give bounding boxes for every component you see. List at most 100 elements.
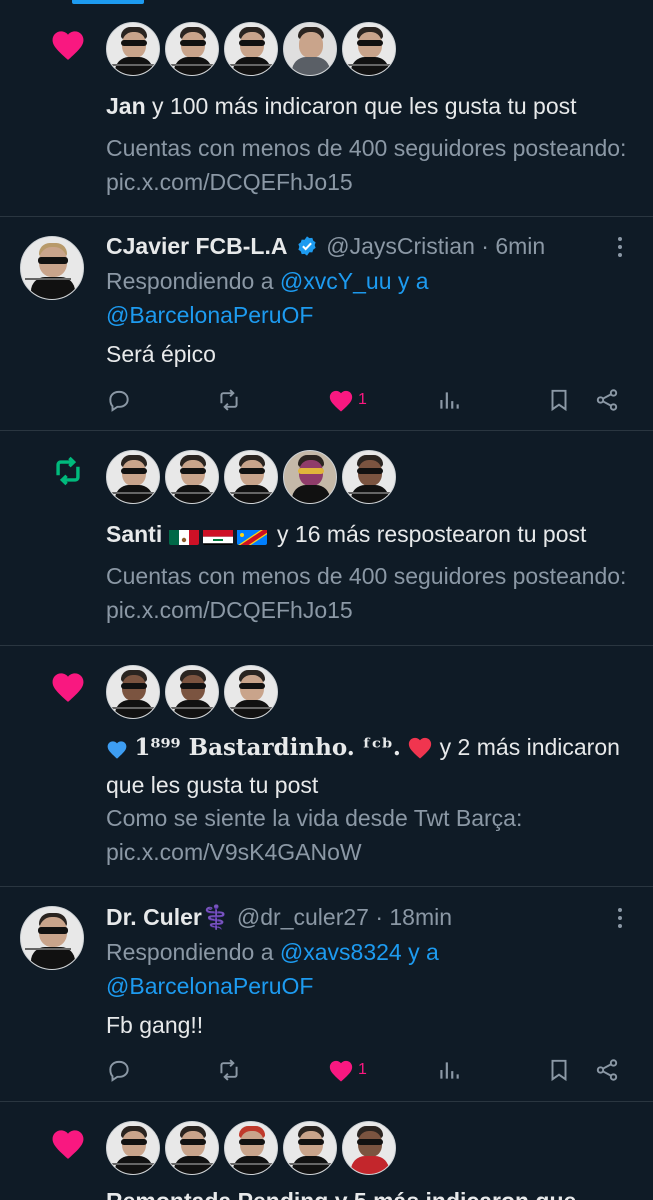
heart-filled-icon	[329, 390, 353, 412]
share-icon	[596, 389, 618, 411]
post-time: · 18min	[368, 904, 453, 930]
avatar[interactable]	[106, 1121, 160, 1175]
author-name[interactable]: Dr. Culer	[106, 904, 202, 930]
notification-summary[interactable]: Remontada Pending y 5 más indicaron que	[106, 1184, 641, 1200]
dr-congo-flag-icon	[236, 525, 267, 545]
divider	[0, 886, 653, 887]
reply-author-avatar[interactable]	[20, 906, 84, 970]
reply-text[interactable]: Será épico	[106, 338, 216, 370]
repost-icon	[48, 451, 88, 491]
avatar[interactable]	[283, 450, 337, 504]
avatar[interactable]	[224, 450, 278, 504]
share-button[interactable]	[594, 385, 620, 415]
notification-summary[interactable]: Santi y 16 más respostearon tu post	[106, 517, 641, 551]
replying-to: Respondiendo a @xvcY_uu y a @BarcelonaPe…	[106, 268, 429, 328]
share-button[interactable]	[594, 1055, 620, 1085]
avatar[interactable]	[342, 22, 396, 76]
avatar[interactable]	[106, 450, 160, 504]
more-options-icon[interactable]	[606, 233, 634, 261]
reply-text[interactable]: Fb gang!!	[106, 1009, 203, 1041]
mention-link[interactable]: @xvcY_uu	[280, 268, 392, 294]
divider	[0, 216, 653, 217]
reply-button[interactable]	[106, 1055, 132, 1085]
repost-button[interactable]	[216, 1055, 242, 1085]
notification-summary[interactable]: 1⁸⁹⁹ Bastardinho. ᶠᶜᵇ. y 2 más indicaron…	[106, 730, 641, 802]
avatar[interactable]	[165, 665, 219, 719]
summary-text: que les gusta tu post	[106, 772, 319, 798]
avatar[interactable]	[342, 1121, 396, 1175]
author-name[interactable]: CJavier FCB-L.A	[106, 233, 287, 259]
views-button[interactable]	[436, 385, 462, 415]
mention-link[interactable]: @BarcelonaPeruOF	[106, 973, 313, 999]
mention-link[interactable]: @xavs8324	[280, 939, 402, 965]
reply-header: Dr. Culer⚕️ @dr_culer27 · 18min	[106, 901, 586, 933]
repost-icon	[220, 1059, 238, 1081]
repost-icon	[220, 389, 238, 411]
reposter-avatars[interactable]	[106, 450, 396, 504]
post-preview[interactable]: Cuentas con menos de 400 seguidores post…	[106, 131, 641, 199]
avatar[interactable]	[165, 450, 219, 504]
avatar[interactable]	[165, 1121, 219, 1175]
verified-badge-icon	[296, 233, 318, 265]
post-time: · 6min	[474, 233, 546, 259]
views-icon	[440, 1062, 459, 1079]
bookmark-button[interactable]	[546, 1055, 572, 1085]
divider	[0, 430, 653, 431]
liker-avatars[interactable]	[106, 22, 396, 76]
divider	[0, 645, 653, 646]
avatar[interactable]	[224, 22, 278, 76]
heart-filled-icon	[329, 1060, 353, 1082]
medical-symbol-icon: ⚕️	[201, 904, 231, 930]
like-count: 1	[358, 1061, 367, 1078]
notification-summary[interactable]: Jan y 100 más indicaron que les gusta tu…	[106, 89, 641, 123]
liker-avatars[interactable]	[106, 1121, 396, 1175]
summary-text: y 16 más respostearon tu post	[270, 521, 587, 547]
action-bar: 1	[106, 1055, 626, 1085]
views-icon	[440, 392, 459, 409]
avatar[interactable]	[106, 665, 160, 719]
share-icon	[596, 1059, 618, 1081]
avatar[interactable]	[342, 450, 396, 504]
avatar[interactable]	[283, 22, 337, 76]
iraq-flag-icon	[202, 525, 233, 545]
reply-header: CJavier FCB-L.A @JaysCristian · 6min	[106, 230, 586, 265]
reply-icon	[109, 1060, 129, 1082]
like-button[interactable]: 1	[328, 1055, 367, 1085]
lead-user-name[interactable]: 1⁸⁹⁹ Bastardinho. ᶠᶜᵇ.	[134, 734, 401, 761]
author-handle[interactable]: @dr_culer27	[237, 904, 369, 930]
avatar[interactable]	[283, 1121, 337, 1175]
mention-link[interactable]: @BarcelonaPeruOF	[106, 302, 313, 328]
repost-button[interactable]	[216, 385, 242, 415]
red-heart-icon	[407, 734, 433, 768]
reply-icon	[109, 390, 129, 412]
avatar[interactable]	[224, 665, 278, 719]
mexico-flag-icon	[168, 525, 199, 545]
avatar[interactable]	[165, 22, 219, 76]
post-preview[interactable]: Cuentas con menos de 400 seguidores post…	[106, 559, 641, 627]
bookmark-icon	[551, 1059, 567, 1082]
blue-heart-icon	[106, 734, 128, 768]
heart-icon	[48, 24, 88, 64]
bookmark-icon	[551, 389, 567, 412]
divider	[0, 1101, 653, 1102]
avatar[interactable]	[106, 22, 160, 76]
summary-text: y 2 más indicaron	[433, 734, 620, 760]
views-button[interactable]	[436, 1055, 462, 1085]
author-handle[interactable]: @JaysCristian	[326, 233, 475, 259]
heart-icon	[48, 1123, 88, 1163]
lead-user-name[interactable]: Santi	[106, 521, 162, 547]
reply-button[interactable]	[106, 385, 132, 415]
tab-indicator	[72, 0, 144, 4]
lead-user-name[interactable]: Jan	[106, 93, 146, 119]
post-preview[interactable]: Como se siente la vida desde Twt Barça: …	[106, 801, 641, 869]
bookmark-button[interactable]	[546, 385, 572, 415]
liker-avatars[interactable]	[106, 665, 278, 719]
like-button[interactable]: 1	[328, 385, 367, 415]
replying-to: Respondiendo a @xavs8324 y a @BarcelonaP…	[106, 939, 439, 999]
like-count: 1	[358, 391, 367, 408]
avatar[interactable]	[224, 1121, 278, 1175]
summary-text: y 100 más indicaron que les gusta tu pos…	[145, 93, 577, 119]
more-options-icon[interactable]	[606, 904, 634, 932]
heart-icon	[48, 666, 88, 706]
reply-author-avatar[interactable]	[20, 236, 84, 300]
